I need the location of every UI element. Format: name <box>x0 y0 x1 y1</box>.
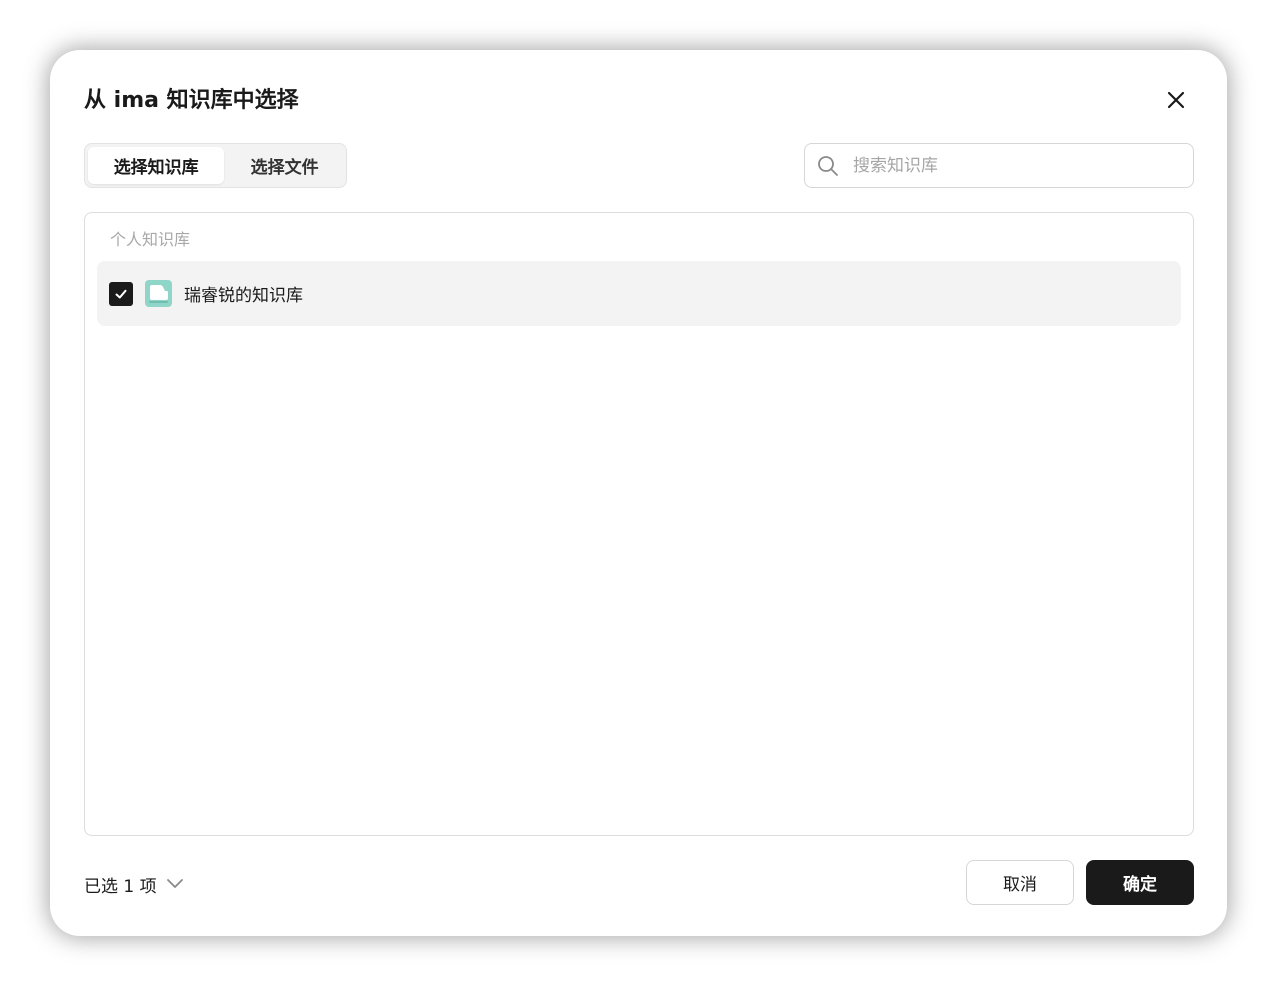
close-button[interactable] <box>1162 88 1190 116</box>
confirm-button[interactable]: 确定 <box>1086 860 1194 905</box>
search-box <box>804 143 1194 188</box>
checkbox-checked[interactable] <box>109 281 133 306</box>
select-knowledge-base-dialog: 从 ima 知识库中选择 选择知识库 选择文件 个人知识库 <box>50 50 1227 936</box>
selected-count-toggle[interactable]: 已选 1 项 <box>84 870 185 898</box>
section-label-personal: 个人知识库 <box>110 230 191 249</box>
dialog-title: 从 ima 知识库中选择 <box>84 88 299 113</box>
selected-count: 已选 1 项 <box>84 876 157 897</box>
checkmark-icon <box>115 289 127 298</box>
tab-select-file[interactable]: 选择文件 <box>226 147 343 184</box>
knowledge-base-name: 瑞睿锐的知识库 <box>184 286 303 306</box>
knowledge-base-list: 个人知识库 瑞睿锐的知识库 <box>84 212 1194 836</box>
close-icon <box>1166 90 1186 114</box>
cancel-button[interactable]: 取消 <box>966 860 1074 905</box>
list-item[interactable]: 瑞睿锐的知识库 <box>97 261 1181 326</box>
search-icon <box>817 155 839 177</box>
knowledge-base-icon <box>145 280 172 307</box>
tab-select-knowledge-base[interactable]: 选择知识库 <box>88 147 225 184</box>
search-input[interactable] <box>851 144 1193 187</box>
chevron-down-icon <box>165 874 185 894</box>
tab-switcher: 选择知识库 选择文件 <box>84 143 347 188</box>
